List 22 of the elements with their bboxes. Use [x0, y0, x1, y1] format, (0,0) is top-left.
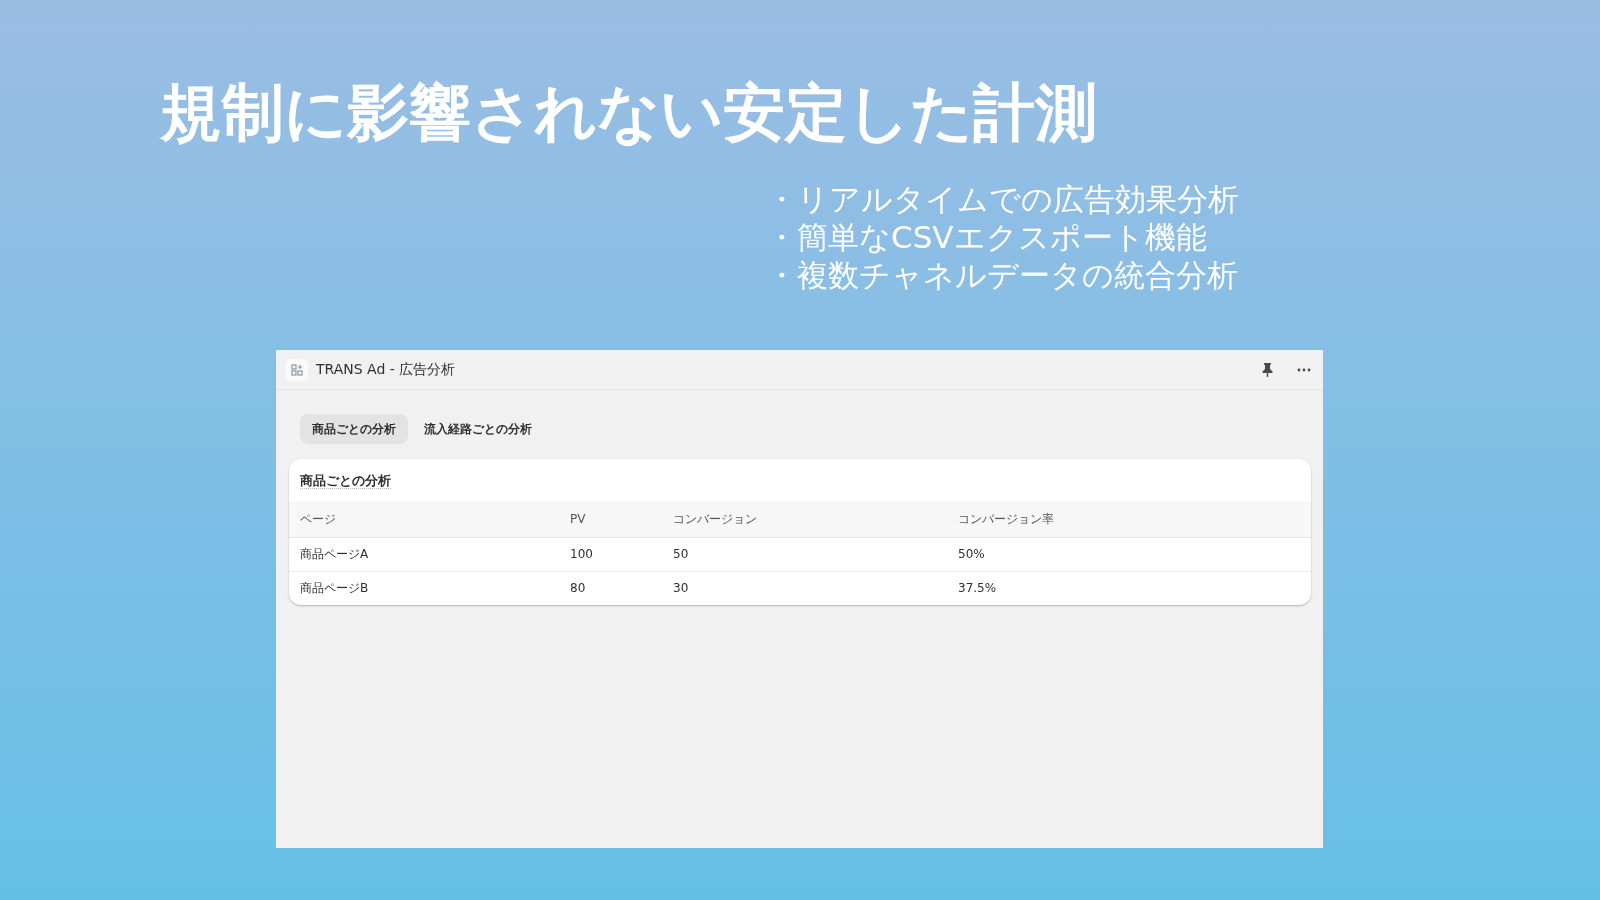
column-header: コンバージョン: [662, 500, 947, 537]
card-title: 商品ごとの分析: [300, 473, 391, 489]
window-title: TRANS Ad - 広告分析: [316, 360, 457, 379]
column-header: コンバージョン率: [947, 500, 1311, 537]
bullet-item: ・複数チャネルデータの統合分析: [766, 256, 1239, 294]
table-cell: 30: [662, 571, 947, 605]
table-cell: 商品ページB: [289, 571, 559, 605]
pin-icon[interactable]: [1262, 362, 1273, 377]
app-icon: [286, 358, 308, 381]
table-cell: 50: [662, 537, 947, 571]
table-cell: 商品ページA: [289, 537, 559, 571]
bullet-item: ・簡単なCSVエクスポート機能: [766, 218, 1208, 256]
column-header: PV: [559, 500, 662, 537]
tab[interactable]: 商品ごとの分析: [300, 414, 408, 444]
more-icon[interactable]: [1297, 367, 1311, 372]
table-cell: 100: [559, 537, 662, 571]
table-cell: 37.5%: [947, 571, 1311, 605]
tab[interactable]: 流入経路ごとの分析: [412, 414, 544, 444]
column-header: ページ: [289, 500, 559, 537]
table-cell: 80: [559, 571, 662, 605]
table-cell: 50%: [947, 537, 1311, 571]
bullet-item: ・リアルタイムでの広告効果分析: [766, 180, 1240, 218]
